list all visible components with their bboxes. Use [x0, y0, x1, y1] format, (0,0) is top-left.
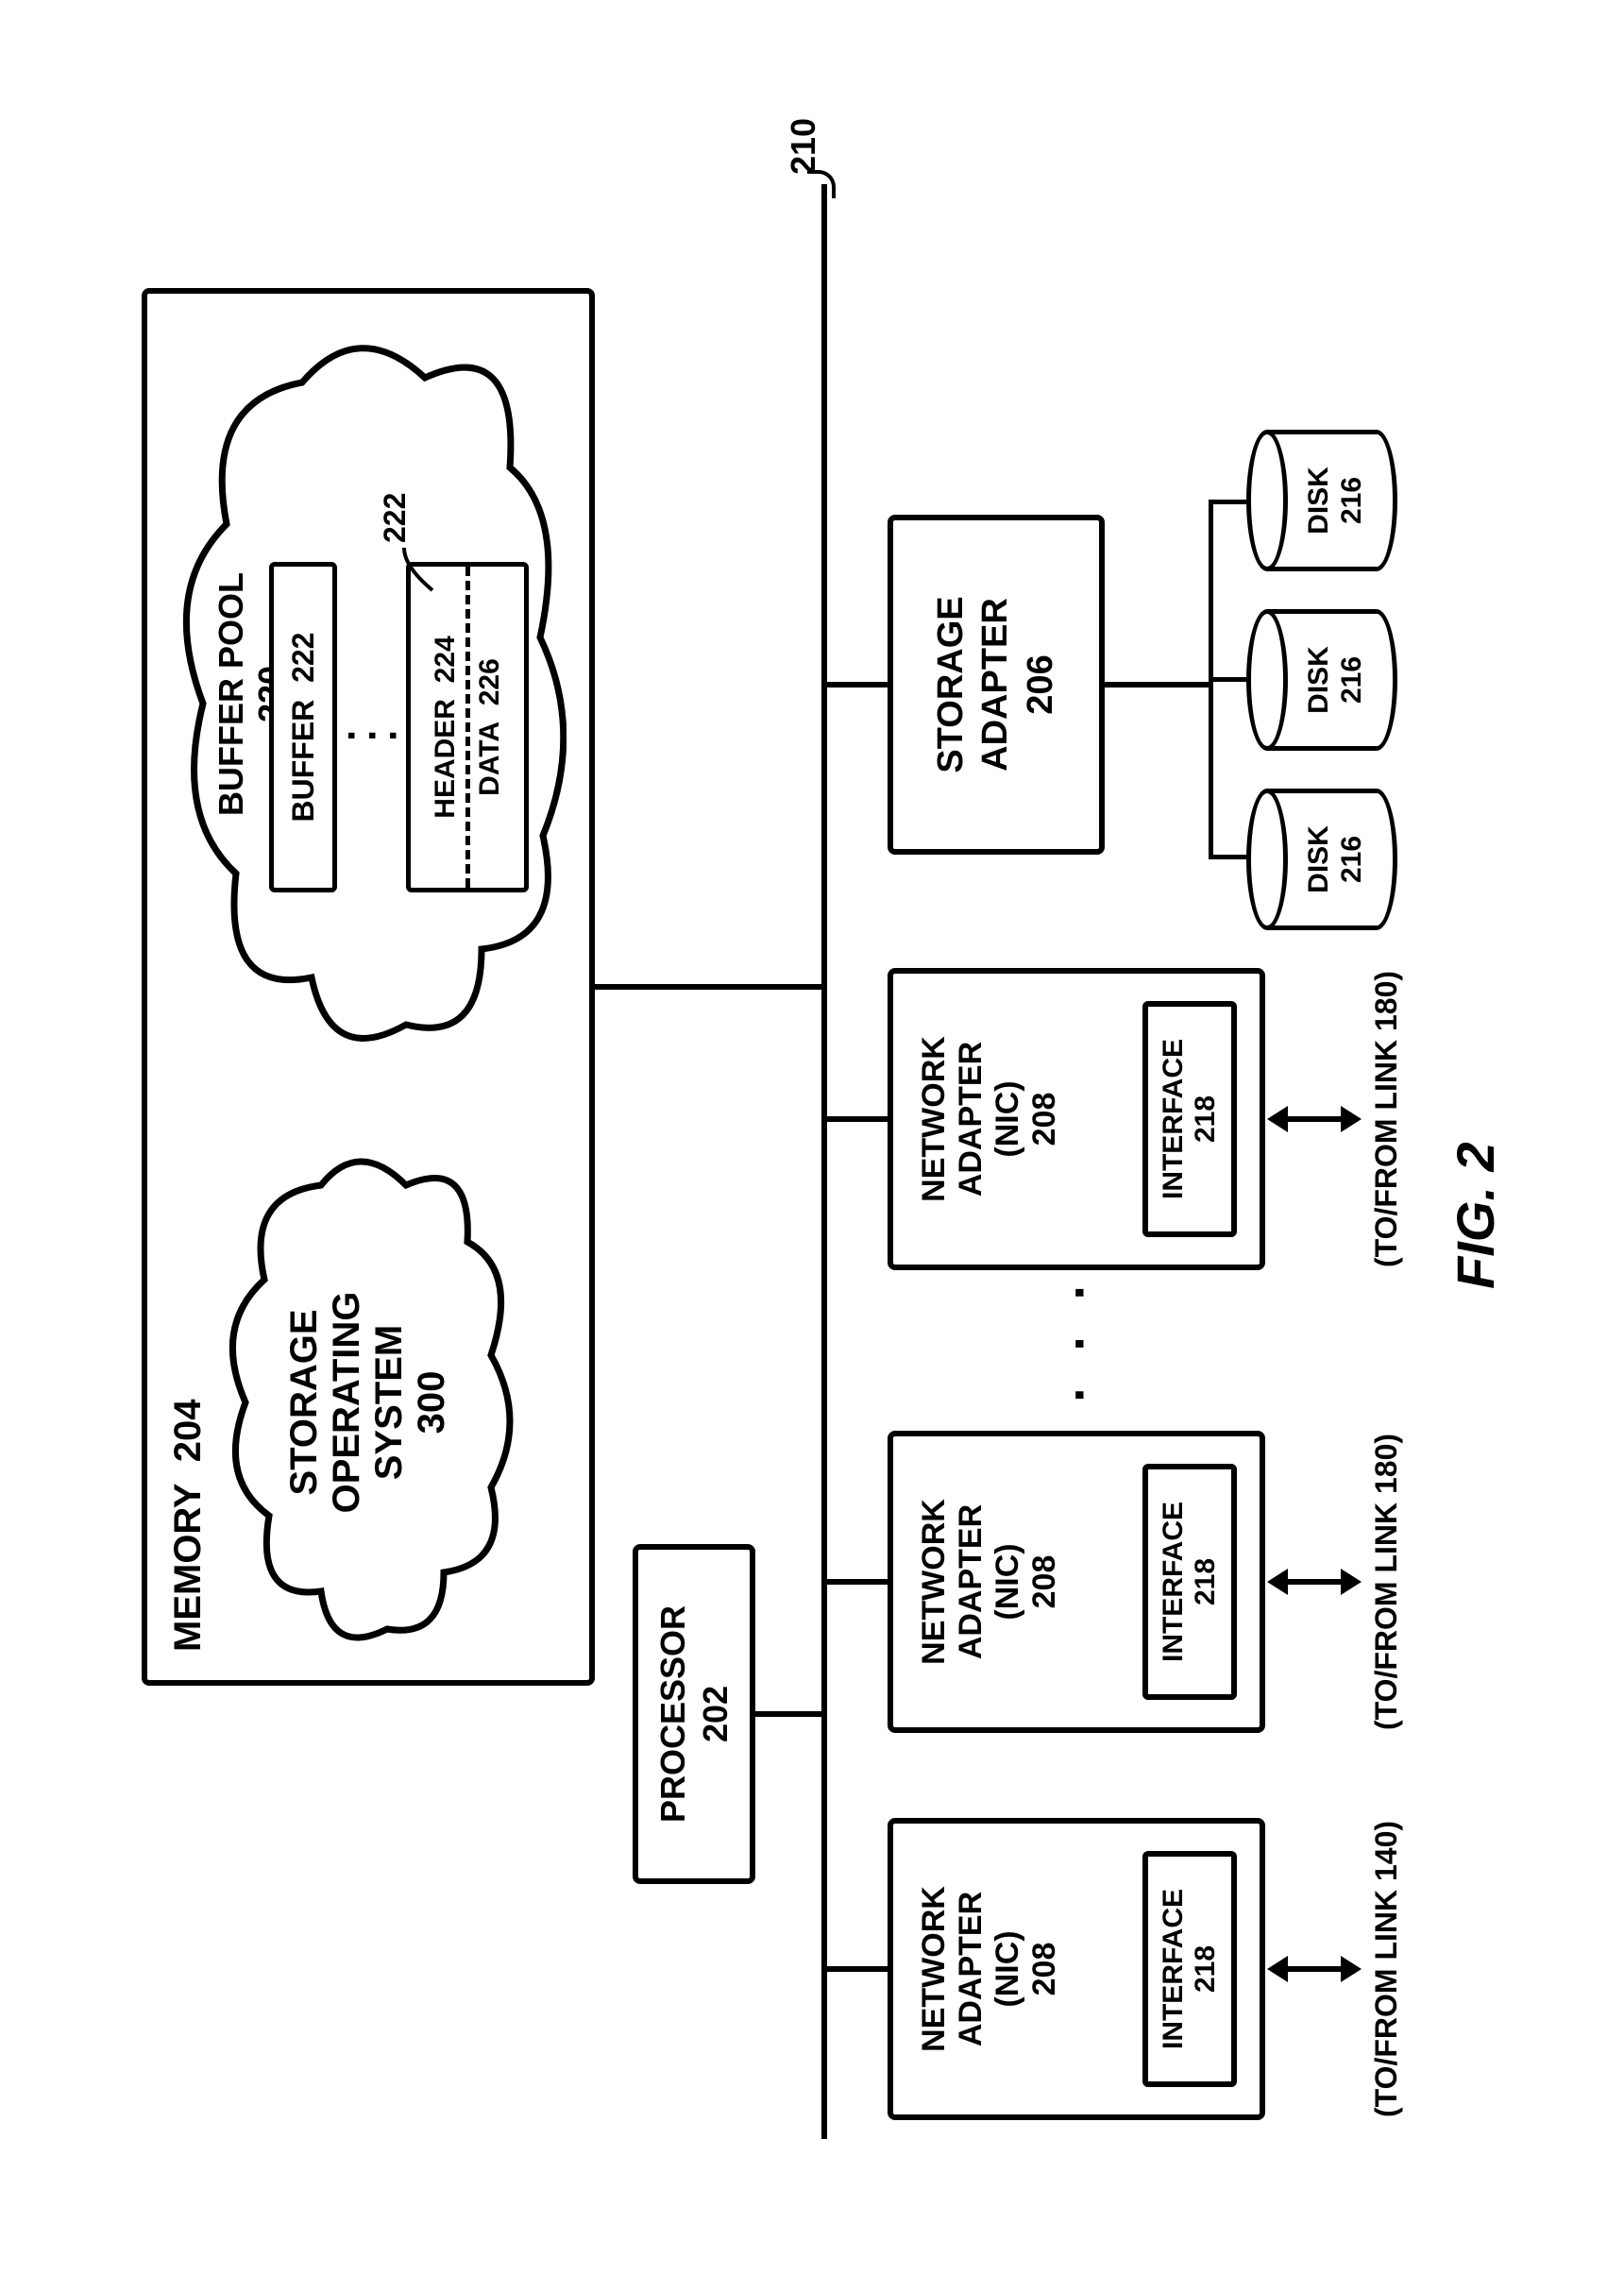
buffer-box-1: BUFFER 222 [269, 562, 337, 892]
interface-box: INTERFACE218 [1142, 1464, 1237, 1700]
connector [1209, 500, 1250, 504]
sos-line2: OPERATING [326, 1291, 368, 1513]
bidir-arrow-icon [1267, 1956, 1362, 1982]
storage-adapter-box: STORAGE ADAPTER 206 [888, 515, 1105, 855]
link-label-1: (TO/FROM LINK 140) [1369, 1790, 1404, 2148]
nic-box-2: NETWORKADAPTER(NIC)208 INTERFACE218 [888, 1431, 1265, 1733]
nic-box-1: NETWORKADAPTER(NIC)208 INTERFACE218 [888, 1818, 1265, 2120]
storage-os-cloud: STORAGE OPERATING SYSTEM 300 [217, 1157, 519, 1648]
sos-line3: SYSTEM [368, 1291, 411, 1513]
bidir-arrow-icon [1267, 1569, 1362, 1595]
interface-box: INTERFACE218 [1142, 1851, 1237, 2087]
sos-ref: 300 [411, 1291, 453, 1513]
vertical-ellipsis-icon: ··· [342, 723, 404, 741]
connector [823, 1579, 891, 1585]
figure-label: FIG. 2 [1445, 1142, 1506, 1289]
connector [1105, 682, 1210, 688]
sos-line1: STORAGE [283, 1291, 326, 1513]
interface-box: INTERFACE218 [1142, 1001, 1237, 1237]
bidir-arrow-icon [1267, 1106, 1362, 1132]
connector [823, 682, 891, 688]
buffer2-ref: 222 [378, 492, 413, 542]
connector [1209, 677, 1250, 682]
connector [823, 1116, 891, 1122]
buffer-box-2: HEADER 224 DATA 226 [406, 562, 529, 892]
connector [1209, 855, 1250, 859]
memory-title: MEMORY 204 [164, 1399, 211, 1652]
system-bus [821, 184, 827, 2139]
bus-ref: 210 [784, 117, 823, 174]
diagram-stage: 200 MEMORY 204 STORAGE OPERATING SYSTEM … [104, 99, 1520, 2177]
processor-box: PROCESSOR 202 [633, 1544, 755, 1884]
disk-icon: DISK216 [1246, 609, 1397, 751]
connector [595, 984, 823, 990]
disk-icon: DISK216 [1246, 789, 1397, 930]
disk-icon: DISK216 [1246, 430, 1397, 571]
link-label-2: (TO/FROM LINK 180) [1369, 1402, 1404, 1761]
nic-box-3: NETWORKADAPTER(NIC)208 INTERFACE218 [888, 968, 1265, 1270]
connector [823, 1966, 891, 1972]
link-label-3: (TO/FROM LINK 180) [1369, 940, 1404, 1299]
connector [755, 1711, 823, 1717]
horizontal-ellipsis-icon: · · · [1048, 1272, 1109, 1401]
